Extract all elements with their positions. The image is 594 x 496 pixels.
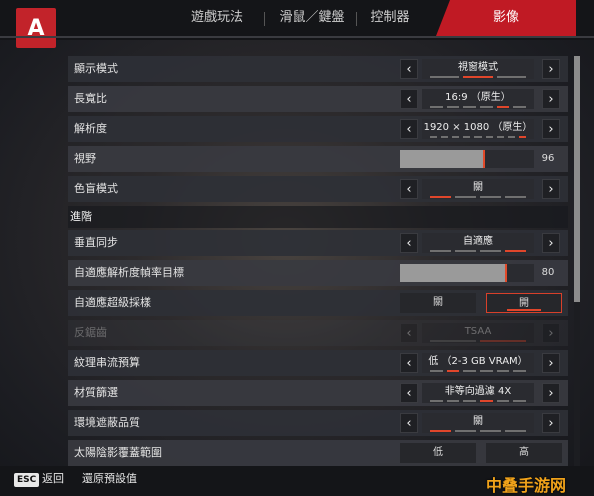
chevron-right-icon[interactable]: ›	[542, 383, 560, 403]
section-title: 進階	[70, 210, 92, 223]
tab-divider	[356, 12, 357, 26]
setting-label: 顯示模式	[74, 62, 118, 75]
option-indicator	[430, 76, 526, 78]
setting-label: 自適應超級採樣	[74, 296, 151, 309]
slider-fill[interactable]	[400, 264, 507, 282]
chevron-right-icon[interactable]: ›	[542, 59, 560, 79]
chevron-left-icon[interactable]: ‹	[400, 413, 418, 433]
section-header-advanced: 進階	[68, 206, 568, 228]
option-indicator	[429, 400, 527, 402]
option-indicator	[430, 250, 526, 252]
setting-row-colorblind[interactable]: 色盲模式 ‹ 關 ›	[68, 176, 568, 202]
chevron-right-icon[interactable]: ›	[542, 119, 560, 139]
option-indicator	[430, 136, 526, 138]
setting-value: 關	[422, 413, 534, 433]
reset-defaults-button[interactable]: 還原預設值	[82, 470, 137, 488]
option-indicator	[430, 196, 526, 198]
option-indicator	[430, 430, 526, 432]
setting-value: 關	[422, 179, 534, 199]
setting-value: 視窗模式	[422, 59, 534, 79]
chevron-right-icon[interactable]: ›	[542, 233, 560, 253]
setting-value: TSAA	[422, 323, 534, 343]
setting-label: 色盲模式	[74, 182, 118, 195]
tab-video[interactable]: 影像	[436, 0, 576, 36]
setting-row-texture-budget[interactable]: 紋理串流預算 ‹ 低 （2-3 GB VRAM） ›	[68, 350, 568, 376]
setting-label: 解析度	[74, 122, 107, 135]
setting-label: 自適應解析度幀率目標	[74, 266, 184, 279]
chevron-right-icon[interactable]: ›	[542, 353, 560, 373]
setting-value-text: 非等向過濾 4X	[444, 386, 512, 397]
scrollbar-thumb[interactable]	[574, 56, 580, 302]
setting-value-text: 視窗模式	[458, 62, 498, 73]
esc-key-icon: ESC	[14, 473, 40, 487]
chevron-left-icon[interactable]: ‹	[400, 59, 418, 79]
setting-value-text: TSAA	[464, 326, 492, 337]
chevron-left-icon[interactable]: ‹	[400, 353, 418, 373]
tab-underline	[0, 36, 594, 38]
slider-value: 80	[541, 267, 555, 278]
video-settings-panel: 顯示模式 ‹ 視窗模式 › 長寬比 ‹ 16:9 （原生） › 解析度 ‹ 19…	[68, 56, 568, 470]
tab-gameplay[interactable]: 遊戲玩法	[182, 0, 252, 36]
chevron-right-icon[interactable]: ›	[542, 323, 560, 343]
setting-value-text: 關	[473, 182, 483, 193]
setting-label: 太陽陰影覆蓋範圍	[74, 446, 162, 459]
setting-label: 垂直同步	[74, 236, 118, 249]
tab-controller[interactable]: 控制器	[360, 0, 420, 36]
chevron-right-icon[interactable]: ›	[542, 413, 560, 433]
setting-row-adaptive-fps-target[interactable]: 自適應解析度幀率目標 80	[68, 260, 568, 286]
setting-label: 長寬比	[74, 92, 107, 105]
chevron-left-icon[interactable]: ‹	[400, 383, 418, 403]
chevron-right-icon[interactable]: ›	[542, 89, 560, 109]
slider-fill[interactable]	[400, 150, 485, 168]
tab-divider	[264, 12, 265, 26]
setting-row-texture-filtering[interactable]: 材質篩選 ‹ 非等向過濾 4X ›	[68, 380, 568, 406]
toggle-low-button[interactable]: 低	[400, 443, 476, 463]
option-indicator	[430, 340, 526, 342]
setting-value-text: 1920 × 1080 （原生）	[423, 122, 533, 133]
toggle-off-button[interactable]: 關	[400, 293, 476, 313]
setting-row-vsync[interactable]: 垂直同步 ‹ 自適應 ›	[68, 230, 568, 256]
setting-label: 環境遮蔽品質	[74, 416, 140, 429]
tab-mouse-keyboard[interactable]: 滑鼠／鍵盤	[272, 0, 352, 36]
chevron-left-icon[interactable]: ‹	[400, 323, 418, 343]
option-indicator	[429, 370, 527, 372]
setting-value-text: 低 （2-3 GB VRAM）	[428, 356, 528, 367]
setting-row-adaptive-supersampling[interactable]: 自適應超級採樣 關 開	[68, 290, 568, 316]
chevron-left-icon[interactable]: ‹	[400, 89, 418, 109]
toggle-high-button[interactable]: 高	[486, 443, 562, 463]
setting-label: 反鋸齒	[74, 326, 107, 339]
option-indicator	[429, 106, 527, 108]
setting-value-text: 關	[473, 416, 483, 427]
setting-label: 視野	[74, 152, 96, 165]
watermark-logo: 中叠手游网	[486, 476, 567, 495]
setting-value-text: 16:9 （原生）	[445, 92, 511, 103]
setting-label: 材質篩選	[74, 386, 118, 399]
chevron-left-icon[interactable]: ‹	[400, 233, 418, 253]
setting-row-sun-shadow-coverage[interactable]: 太陽陰影覆蓋範圍 低 高	[68, 440, 568, 466]
apex-logo-icon: A	[16, 8, 56, 48]
setting-value: 1920 × 1080 （原生）	[422, 119, 534, 139]
setting-row-anti-aliasing[interactable]: 反鋸齒 ‹ TSAA ›	[68, 320, 568, 346]
chevron-left-icon[interactable]: ‹	[400, 179, 418, 199]
setting-row-ambient-occlusion[interactable]: 環境遮蔽品質 ‹ 關 ›	[68, 410, 568, 436]
setting-row-fov[interactable]: 視野 96	[68, 146, 568, 172]
setting-value: 非等向過濾 4X	[422, 383, 534, 403]
setting-row-resolution[interactable]: 解析度 ‹ 1920 × 1080 （原生） ›	[68, 116, 568, 142]
toggle-on-button[interactable]: 開	[486, 293, 562, 313]
setting-row-display-mode[interactable]: 顯示模式 ‹ 視窗模式 ›	[68, 56, 568, 82]
setting-value: 低 （2-3 GB VRAM）	[422, 353, 534, 373]
chevron-left-icon[interactable]: ‹	[400, 119, 418, 139]
back-button[interactable]: 返回	[42, 470, 64, 488]
setting-row-aspect-ratio[interactable]: 長寬比 ‹ 16:9 （原生） ›	[68, 86, 568, 112]
chevron-right-icon[interactable]: ›	[542, 179, 560, 199]
setting-value-text: 自適應	[463, 236, 493, 247]
setting-label: 紋理串流預算	[74, 356, 140, 369]
slider-value: 96	[541, 153, 555, 164]
setting-value: 自適應	[422, 233, 534, 253]
setting-value: 16:9 （原生）	[422, 89, 534, 109]
